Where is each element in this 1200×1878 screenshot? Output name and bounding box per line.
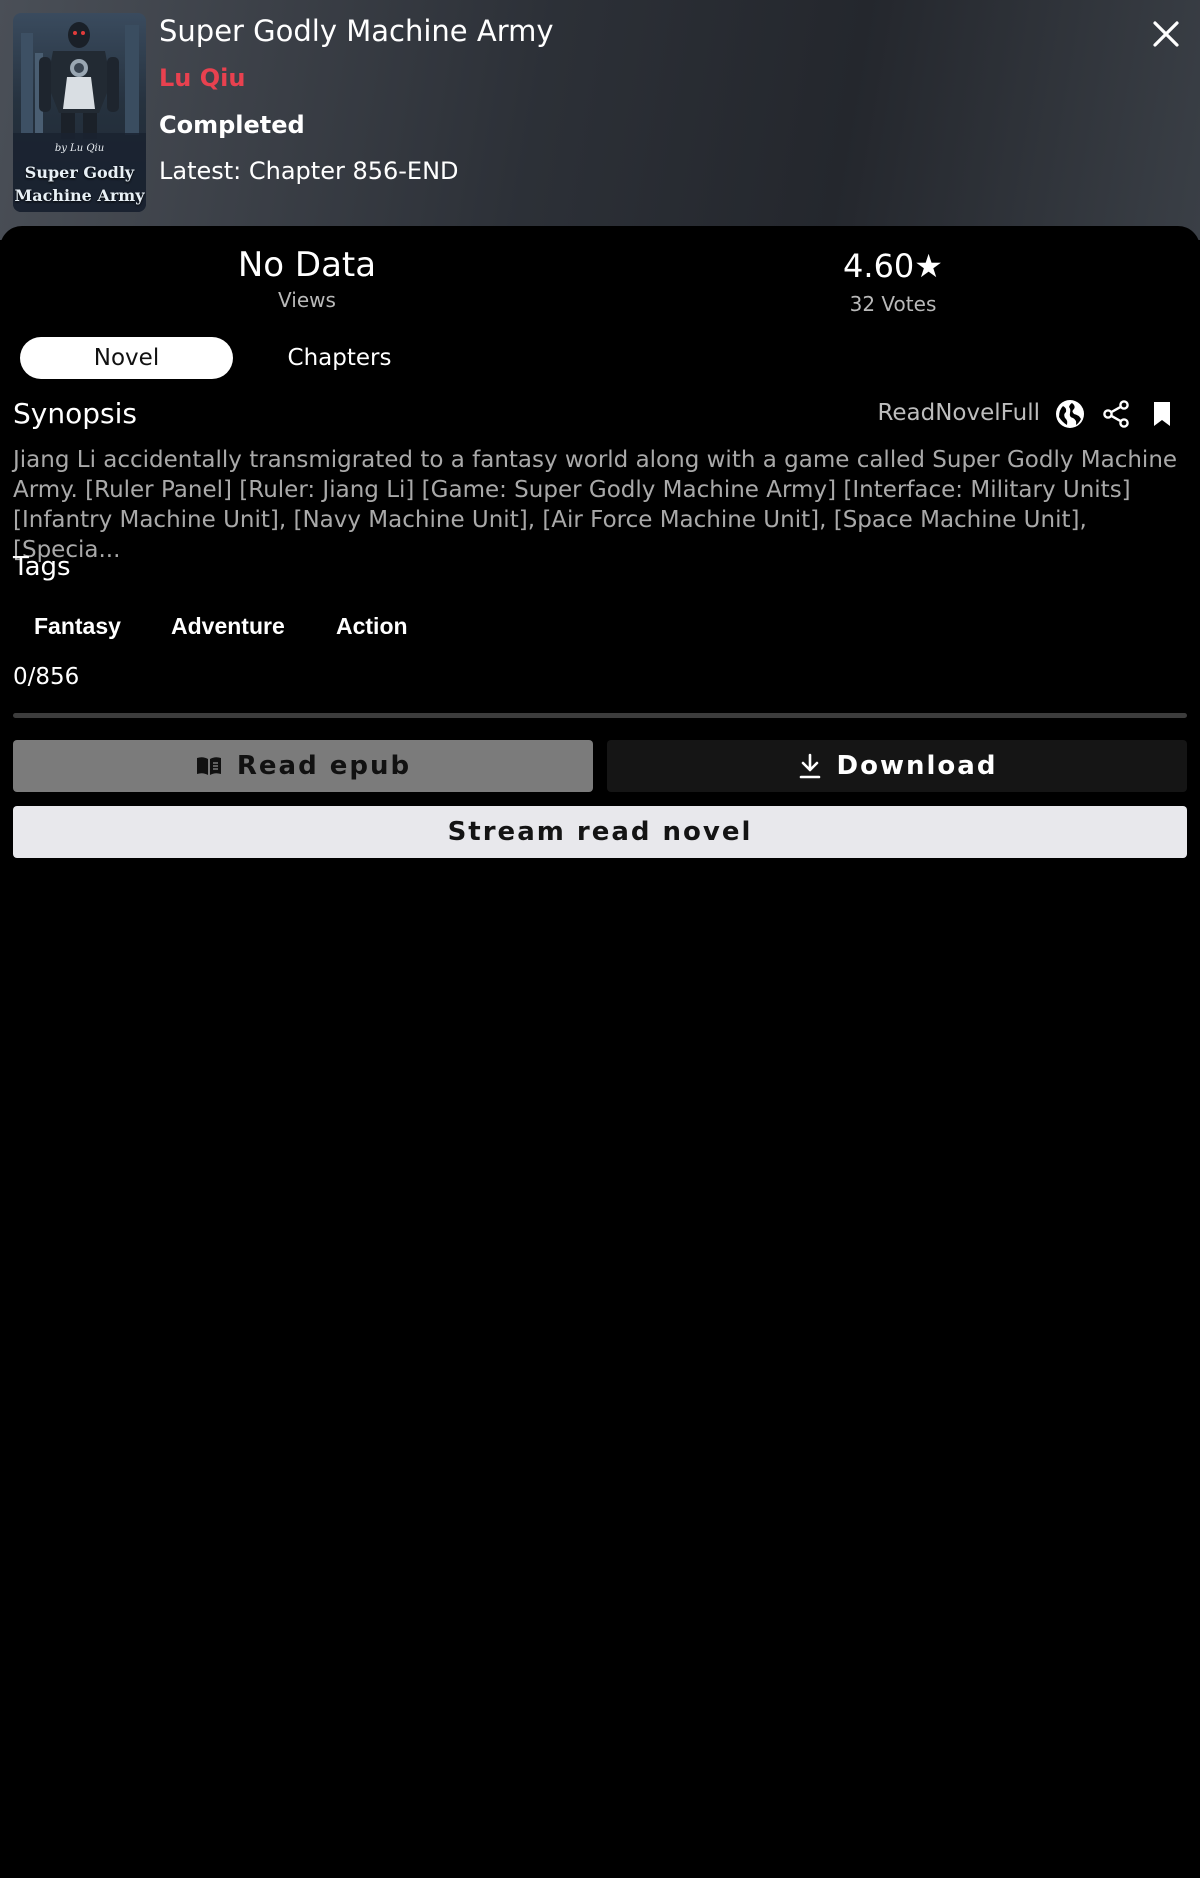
- read-epub-label: Read epub: [236, 751, 412, 781]
- votes-label: 32 Votes: [849, 292, 937, 316]
- cover-title: Super Godly Machine Army: [13, 161, 146, 207]
- novel-status: Completed: [159, 111, 305, 139]
- share-icon: [1103, 400, 1129, 428]
- latest-chapter: Latest: Chapter 856-END: [159, 157, 459, 185]
- book-open-icon: [195, 754, 223, 778]
- close-button[interactable]: [1148, 16, 1184, 52]
- globe-icon: [1056, 400, 1084, 428]
- stream-read-label: Stream read novel: [447, 817, 753, 847]
- cover-title-line-1: Super Godly: [24, 163, 135, 182]
- reading-progress-text: 0/856: [13, 664, 80, 690]
- read-epub-button[interactable]: Read epub: [13, 740, 593, 792]
- novel-header: by Lu Qiu Super Godly Machine Army Super…: [0, 0, 1200, 240]
- synopsis-heading: Synopsis: [13, 397, 137, 430]
- cover-title-line-2: Machine Army: [14, 186, 145, 205]
- source-name: ReadNovelFull: [877, 400, 1040, 426]
- download-button[interactable]: Download: [607, 740, 1187, 792]
- share-button[interactable]: [1100, 398, 1132, 430]
- novel-title: Super Godly Machine Army: [159, 14, 554, 48]
- bookmark-icon: [1154, 402, 1170, 426]
- tag-chip[interactable]: Action: [336, 613, 408, 640]
- star-icon: ★: [914, 247, 943, 285]
- novel-details-page: by Lu Qiu Super Godly Machine Army Super…: [0, 0, 1200, 1878]
- tag-chip[interactable]: Adventure: [171, 613, 285, 640]
- rating: 4.60★: [743, 247, 1043, 285]
- reading-progress-bar: [13, 713, 1187, 718]
- bookmark-button[interactable]: [1146, 398, 1178, 430]
- tag-chip[interactable]: Fantasy: [34, 613, 121, 640]
- download-label: Download: [836, 751, 998, 781]
- download-icon: [797, 752, 823, 780]
- cover-author: by Lu Qiu: [54, 143, 105, 154]
- close-icon: [1153, 21, 1179, 47]
- open-website-button[interactable]: [1054, 398, 1086, 430]
- synopsis-text[interactable]: Jiang Li accidentally transmigrated to a…: [13, 445, 1188, 565]
- tab-chapters[interactable]: Chapters: [233, 337, 446, 379]
- tags-heading: Tags: [13, 552, 71, 582]
- novel-author[interactable]: Lu Qiu: [159, 64, 245, 92]
- views-label: Views: [278, 288, 336, 312]
- views-value: No Data: [237, 245, 377, 285]
- tab-novel[interactable]: Novel: [20, 337, 233, 379]
- rating-value: 4.60: [843, 247, 915, 285]
- stream-read-button[interactable]: Stream read novel: [13, 806, 1187, 858]
- cover-image: by Lu Qiu Super Godly Machine Army: [13, 13, 146, 212]
